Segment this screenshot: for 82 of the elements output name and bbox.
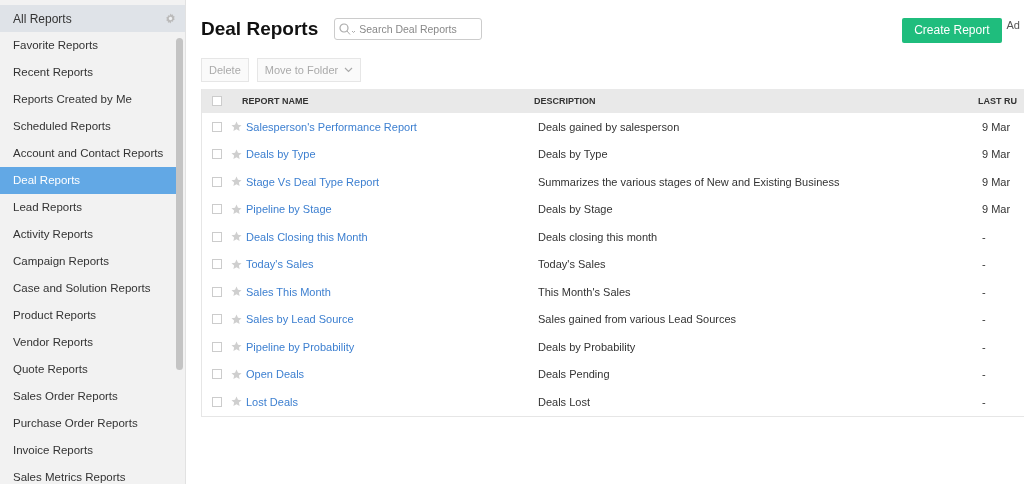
table-cell-text: This Month's Sales: [538, 285, 632, 298]
checkbox[interactable]: [212, 341, 222, 352]
sidebar-item[interactable]: Purchase Order Reports: [0, 410, 176, 437]
table-cell: -: [982, 313, 986, 326]
table-cell: 9 Mar: [982, 203, 1011, 216]
table-cell: -: [982, 230, 986, 243]
report-link[interactable]: Stage Vs Deal Type Report: [246, 175, 380, 188]
link[interactable]: Ad: [1006, 19, 1020, 31]
sidebar-item[interactable]: Vendor Reports: [0, 329, 176, 356]
table-cell: 9 Mar: [982, 120, 1011, 133]
star-icon[interactable]: [231, 368, 242, 380]
report-link[interactable]: Lost Deals: [246, 395, 298, 408]
table-cell-text: Summarizes the various stages of New and Existing Business: [538, 175, 841, 188]
table-cell-text: Deals by Type: [538, 148, 609, 161]
table-cell: -: [982, 395, 986, 408]
sidebar-item[interactable]: Case and Solution Reports: [0, 275, 176, 302]
page-title: Deal Reports: [201, 18, 319, 40]
checkbox[interactable]: [212, 149, 222, 160]
star-icon[interactable]: [231, 121, 242, 133]
table-cell-text: Deals by Stage: [538, 203, 614, 216]
sidebar-item[interactable]: Reports Created by Me: [0, 86, 176, 113]
table-cell-text: Deals closing this month: [538, 230, 659, 243]
table-cell-text: Today's Sales: [538, 258, 607, 271]
column-header: DESCRIPTION: [534, 96, 597, 106]
sidebar-item[interactable]: Invoice Reports: [0, 437, 176, 464]
sidebar-item[interactable]: Activity Reports: [0, 221, 176, 248]
column-header: REPORT NAME: [241, 96, 310, 106]
report-link[interactable]: Deals by Type: [246, 148, 316, 161]
report-link[interactable]: Pipeline by Probability: [246, 340, 355, 353]
column-header: LAST RU: [978, 96, 1017, 106]
report-link[interactable]: Today's Sales: [246, 258, 314, 271]
table-cell-text: Deals Pending: [538, 368, 611, 381]
report-link[interactable]: Sales This Month: [246, 285, 331, 298]
sidebar-item[interactable]: Sales Metrics Reports: [0, 464, 176, 484]
sidebar-item[interactable]: Favorite Reports: [0, 32, 176, 59]
sidebar-item[interactable]: Quote Reports: [0, 356, 176, 383]
report-link[interactable]: Sales by Lead Source: [246, 313, 354, 326]
checkbox[interactable]: [212, 369, 222, 380]
sidebar-item[interactable]: Campaign Reports: [0, 248, 176, 275]
table-cell: 9 Mar: [982, 148, 1011, 161]
search-icon: [339, 23, 358, 35]
checkbox[interactable]: [212, 314, 222, 325]
settings-icon[interactable]: [165, 13, 176, 24]
table-cell-text: Deals gained by salesperson: [538, 120, 681, 133]
star-icon[interactable]: [231, 341, 242, 353]
sidebar-item[interactable]: Recent Reports: [0, 59, 176, 86]
checkbox[interactable]: [212, 259, 222, 270]
sidebar-item[interactable]: Sales Order Reports: [0, 383, 176, 410]
table-cell-text: Deals by Probability: [538, 340, 637, 353]
sidebar-item[interactable]: Scheduled Reports: [0, 113, 176, 140]
sidebar-header[interactable]: All Reports: [0, 5, 185, 32]
report-link[interactable]: Pipeline by Stage: [246, 203, 332, 216]
search-field[interactable]: Search Deal Reports: [334, 18, 483, 40]
table-cell: -: [982, 368, 986, 381]
checkbox[interactable]: [212, 396, 222, 407]
star-icon[interactable]: [231, 286, 242, 298]
table-cell: 9 Mar: [982, 175, 1011, 188]
scrollbar[interactable]: [176, 38, 183, 370]
checkbox[interactable]: [212, 96, 222, 106]
sidebar-item[interactable]: Product Reports: [0, 302, 176, 329]
table-cell-text: Sales gained from various Lead Sources: [538, 313, 738, 326]
checkbox[interactable]: [212, 204, 222, 215]
star-icon[interactable]: [231, 231, 242, 243]
table-cell: -: [982, 340, 986, 353]
checkbox[interactable]: [212, 176, 222, 187]
checkbox[interactable]: [212, 121, 222, 132]
star-icon[interactable]: [231, 176, 242, 188]
star-icon[interactable]: [231, 258, 242, 270]
star-icon[interactable]: [231, 313, 242, 325]
star-icon[interactable]: [231, 203, 242, 215]
table-cell-text: Deals Lost: [538, 395, 591, 408]
report-link[interactable]: Open Deals: [246, 368, 305, 381]
sidebar-item[interactable]: Lead Reports: [0, 194, 176, 221]
report-link[interactable]: Salesperson's Performance Report: [246, 120, 417, 133]
report-link[interactable]: Deals Closing this Month: [246, 230, 368, 243]
table-cell: -: [982, 258, 986, 271]
table-cell: -: [982, 285, 986, 298]
star-icon[interactable]: [231, 396, 242, 408]
checkbox[interactable]: [212, 231, 222, 242]
checkbox[interactable]: [212, 286, 222, 297]
star-icon[interactable]: [231, 148, 242, 160]
sidebar-item[interactable]: Account and Contact Reports: [0, 140, 176, 167]
